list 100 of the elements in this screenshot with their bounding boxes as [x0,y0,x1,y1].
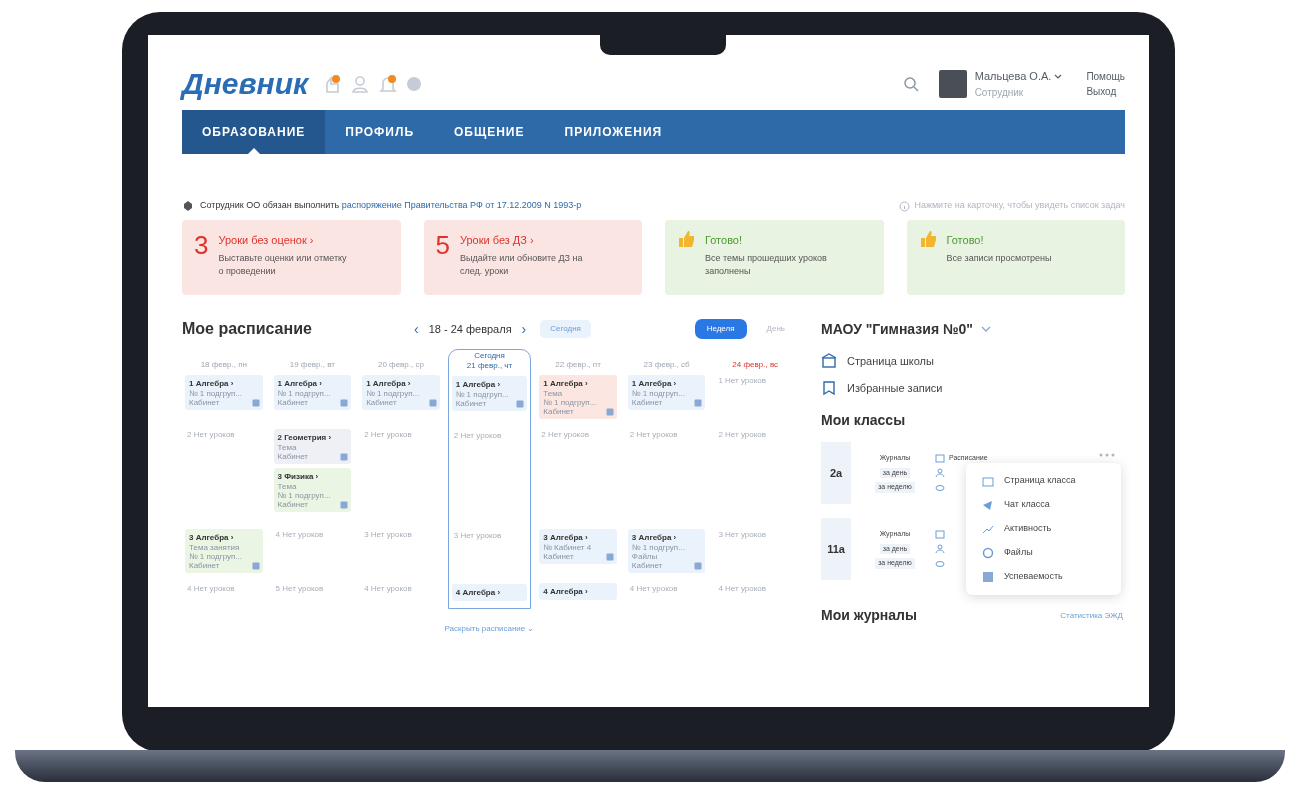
lesson-detail: Кабинет [455,399,487,408]
nav-tab[interactable]: ОБЩЕНИЕ [434,110,545,154]
menu-item[interactable]: Файлы [966,541,1121,565]
lesson-card[interactable]: 1 Алгебра › № 1 подгруп... Кабинет [451,376,528,411]
building-icon [821,353,837,370]
more-icon[interactable] [1099,453,1115,457]
lesson-card[interactable]: 1 Алгебра › № 1 подгруп... Кабинет [362,375,440,410]
view-tab[interactable]: Неделя [694,319,747,339]
avatar-placeholder[interactable] [938,70,967,98]
journal-icon [516,400,525,408]
task-card[interactable]: Готово! Все темы прошедших уроков заполнены [665,220,884,295]
search-icon[interactable] [902,76,919,92]
header-link[interactable]: Выход [1086,84,1125,99]
lesson-title: 3 Алгебра › [631,532,678,543]
person-icon[interactable] [350,74,371,94]
people-icon [935,468,945,479]
task-card[interactable]: 3 Уроки без оценок › Выставьте оценки или отметку о проведении [182,220,401,295]
task-title: Уроки без ДЗ › [459,233,535,248]
notice-link[interactable]: распоряжение Правительства РФ от 17.12.2009 N 1993-р [341,200,582,211]
lesson-title: 4 Алгебра › [455,587,502,598]
day-header: 23 февр., сб [643,359,690,371]
lesson-card[interactable]: 2 Геометрия › Тема Кабинет [273,429,352,464]
journal-icon [340,453,349,461]
journal-icon [694,399,703,407]
bell-icon[interactable] [378,74,399,94]
lesson-detail: Кабинет [189,398,220,407]
header-link[interactable]: Помощь [1086,69,1125,84]
thumbs-up-icon [677,230,695,248]
day-header: 19 февр., вт [289,359,335,371]
prev-button[interactable]: ‹ [410,318,423,340]
menu-item[interactable]: Успеваемость [966,565,1121,589]
lesson-title: 3 Физика › [277,471,320,482]
empty-slot-text: 2 Нет уроков [628,429,679,441]
empty-slot-text: 3 Нет уроков [363,529,413,541]
lesson-card[interactable]: 4 Алгебра › [539,583,617,600]
task-card[interactable]: 5 Уроки без ДЗ › Выдайте или обновите ДЗ на след. уроки [423,220,642,295]
lesson-detail: Кабинет [277,452,308,461]
day-header: 21 февр., чт [466,360,513,372]
menu-item[interactable]: Активность [966,517,1121,541]
lesson-detail: № 1 подгруп... [631,389,685,398]
circle-icon [982,547,994,559]
task-title: Уроки без оценок › [218,233,315,248]
class-badge[interactable]: 11а [821,518,851,580]
lesson-detail: № 1 подгруп... [455,390,509,399]
day-header: 20 февр., ср [377,359,424,371]
lesson-title: 3 Алгебра › [189,532,235,543]
lesson-card[interactable]: 1 Алгебра › Тема № 1 подгруп... Кабинет [539,375,617,419]
lesson-title: 1 Алгебра › [189,378,235,389]
next-button[interactable]: › [517,318,531,340]
lesson-title: 1 Алгебра › [631,378,678,389]
lesson-detail: Тема занятия [189,543,240,552]
empty-slot-text: 4 Нет уроков [274,529,325,541]
lesson-title: 1 Алгебра › [543,378,589,389]
bookmark-icon [821,379,837,396]
lesson-detail: № 1 подгруп... [189,389,243,398]
lesson-card[interactable]: 1 Алгебра › № 1 подгруп... Кабинет [627,375,706,410]
journal-icon [605,553,614,561]
journal-icon [251,562,260,570]
menu-item[interactable]: Чат класса [966,493,1121,517]
lesson-card[interactable]: 3 Алгебра › № Кабинет 4 Кабинет [539,529,617,564]
class-badge[interactable]: 2а [821,442,851,504]
side-link[interactable]: Страница школы [847,353,934,370]
lesson-detail: Тема [277,482,297,491]
lesson-card[interactable]: 1 Алгебра › № 1 подгруп... Кабинет [185,375,263,410]
journal-icon [340,501,349,509]
lesson-card[interactable]: 4 Алгебра › [451,584,528,601]
page-icon [982,475,994,487]
empty-slot-text: 4 Нет уроков [628,583,679,595]
circle-icon[interactable] [406,76,423,92]
task-title: Готово! [705,233,744,248]
calendar-icon [935,529,945,539]
task-text: Выдайте или обновите ДЗ на след. уроки [459,251,584,278]
nav-tab[interactable]: ОБРАЗОВАНИЕ [182,110,326,154]
task-count: 3 [194,232,209,258]
nav-tab[interactable]: ПРОФИЛЬ [325,110,434,154]
empty-slot-text: 2 Нет уроков [363,429,413,441]
school-name: МАОУ "Гимназия №0" [821,319,973,339]
lesson-detail: № Кабинет 4 [543,543,592,552]
empty-slot-text: 5 Нет уроков [274,583,325,595]
lesson-detail: № 1 подгруп... [277,491,331,500]
empty-slot-text: 1 Нет уроков [717,375,768,387]
lesson-card[interactable]: 3 Алгебра › Тема занятия № 1 подгруп... Кабинет [185,529,263,573]
caret-icon[interactable] [1054,73,1063,80]
lesson-card[interactable]: 1 Алгебра › № 1 подгруп... Кабинет [273,375,352,410]
user-name[interactable]: Мальцева О.А. [974,68,1052,85]
trend-icon [982,523,994,535]
day-header: 22 февр., пт [555,359,601,371]
nav-tab[interactable]: ПРИЛОЖЕНИЯ [544,110,683,154]
task-card[interactable]: Готово! Все записи просмотрены [906,220,1125,295]
schedule-title: Мое расписание [182,319,313,339]
logo[interactable]: Дневник [182,69,309,99]
task-count: 5 [435,232,450,258]
thumbs-up-icon [918,230,937,248]
chevron-down-icon[interactable] [981,326,991,332]
empty-slot-text: 4 Нет уроков [717,583,768,595]
side-link[interactable]: Избранные записи [847,379,943,396]
menu-item[interactable]: Страница класса [966,469,1121,493]
lesson-card[interactable]: 3 Физика › Тема № 1 подгруп... Кабинет [273,468,352,512]
lesson-card[interactable]: 3 Алгебра › № 1 подгруп... Файлы Кабинет [627,529,706,573]
lesson-title: 1 Алгебра › [366,378,412,389]
